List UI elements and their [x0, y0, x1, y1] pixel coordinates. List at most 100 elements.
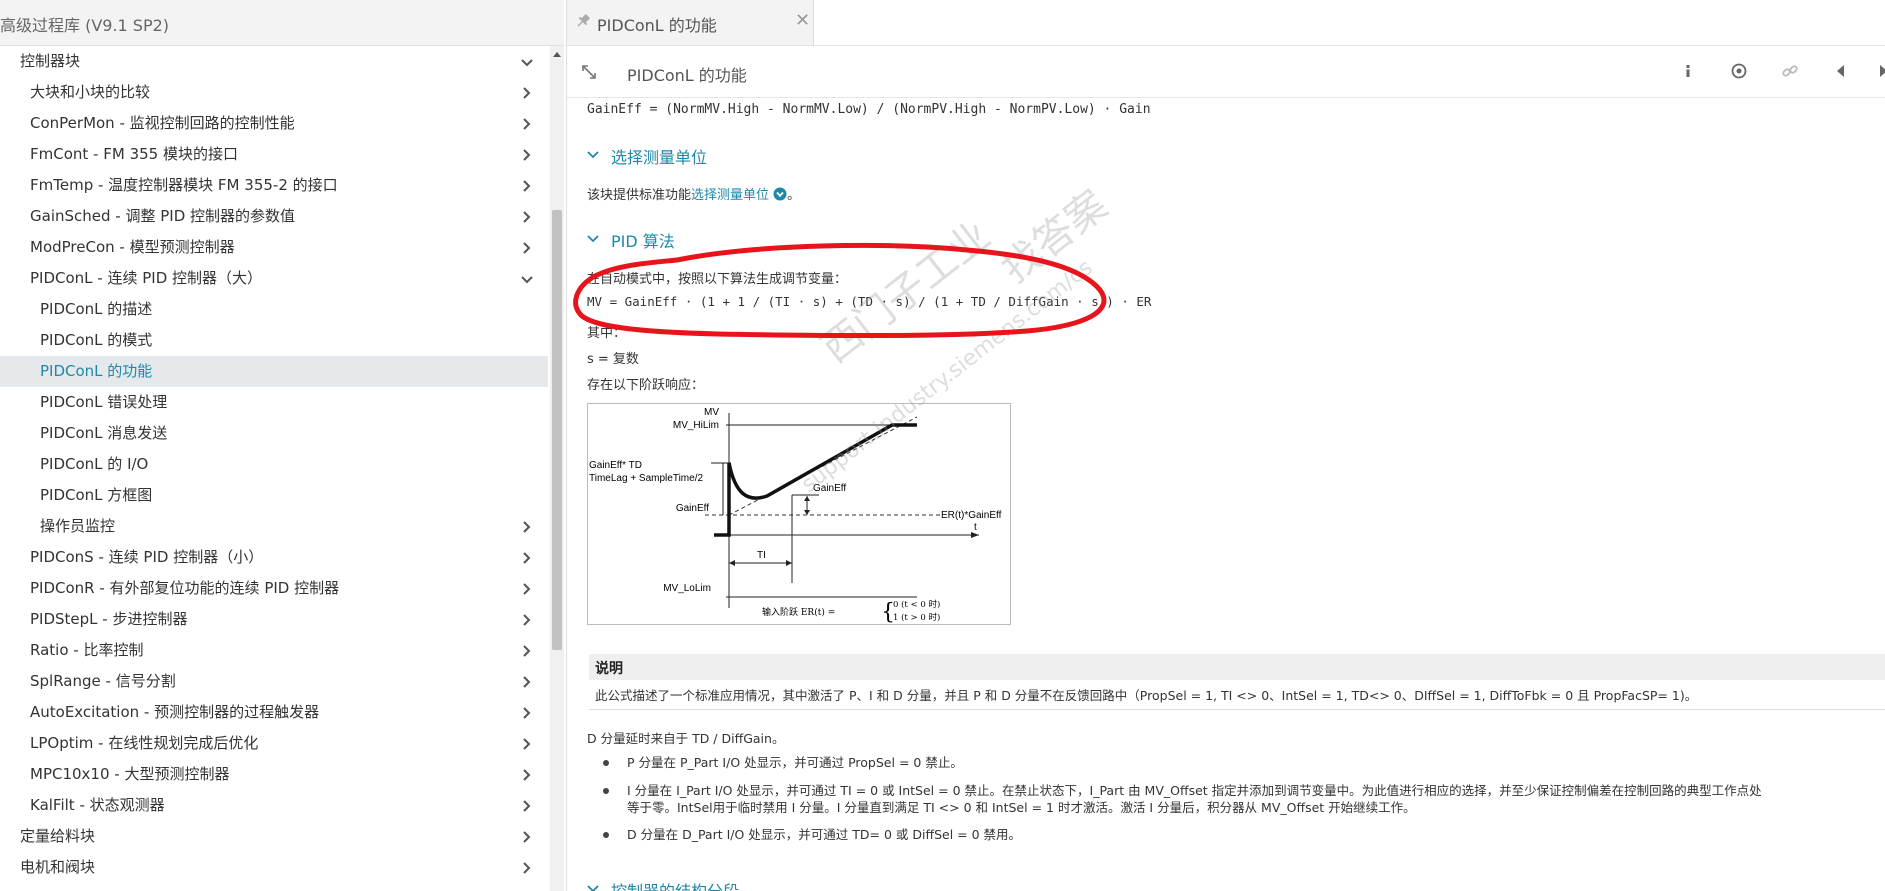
tree-item[interactable]: AutoExcitation - 预测控制器的过程触发器 [0, 697, 548, 728]
note-text: 此公式描述了一个标准应用情况，其中激活了 P、I 和 D 分量，并且 P 和 D… [595, 688, 1698, 703]
tree-item[interactable]: SplRange - 信号分割 [0, 666, 548, 697]
tree-item-label: 电机和阀块 [20, 858, 96, 876]
tree-item[interactable]: PIDStepL - 步进控制器 [0, 604, 548, 635]
tree-item[interactable]: 大块和小块的比较 [0, 77, 548, 108]
download-circle-icon[interactable] [773, 187, 787, 201]
forward-icon[interactable] [1875, 62, 1885, 80]
section-controller-structure[interactable]: 控制器的结构分段 [587, 878, 887, 891]
tree-item[interactable]: 电机和阀块 [0, 852, 548, 883]
expand-icon[interactable] [581, 64, 597, 80]
tree-item[interactable]: PIDConR - 有外部复位功能的连续 PID 控制器 [0, 573, 548, 604]
chevron-right-icon[interactable] [520, 201, 534, 232]
paragraph-text: 该块提供标准功能 [587, 188, 692, 203]
tree-item[interactable]: PIDConL 的描述 [0, 294, 548, 325]
tab-pidconl-function[interactable]: PIDConL 的功能 ✕ [567, 0, 814, 45]
tree-item[interactable]: PIDConL - 连续 PID 控制器（大） [0, 263, 548, 294]
gain-formula: GainEff = (NormMV.High - NormMV.Low) / (… [587, 102, 1151, 117]
navigation-pane: 高级过程库 (V9.1 SP2) 控制器块大块和小块的比较 ConPerMon -… [0, 0, 564, 891]
step-response-text: 存在以下阶跃响应： [587, 378, 705, 393]
tree-item-label: PIDConL 消息发送 [40, 424, 168, 442]
chevron-right-icon[interactable] [520, 821, 534, 852]
bullet-p-part: P 分量在 P_Part I/O 处显示，并可通过 PropSel = 0 禁止… [627, 755, 963, 770]
chevron-right-icon[interactable] [520, 542, 534, 573]
tree-item[interactable]: PIDConS - 连续 PID 控制器（小） [0, 542, 548, 573]
label-mv: MV [704, 407, 719, 418]
tree-item[interactable]: 定量给料块 [0, 821, 548, 852]
section-measurement-units[interactable]: 选择测量单位 [587, 144, 887, 167]
topic-tree: 控制器块大块和小块的比较 ConPerMon - 监视控制回路的控制性能 FmCon… [0, 46, 548, 891]
chevron-right-icon[interactable] [520, 697, 534, 728]
close-icon[interactable]: ✕ [795, 10, 810, 31]
target-icon[interactable] [1730, 62, 1748, 80]
label-timelag: TimeLag + SampleTime/2 [589, 473, 703, 484]
tree-item-label: PIDConL 的描述 [40, 300, 153, 318]
tree-item-label: PIDConL - 连续 PID 控制器（大） [30, 269, 263, 287]
note-title: 说明 [595, 661, 623, 677]
s-definition: s = 复数 [587, 352, 639, 367]
tree-item-label: PIDConL 错误处理 [40, 393, 168, 411]
chevron-down-icon[interactable] [520, 46, 534, 77]
tree-item[interactable]: 控制器块 [0, 46, 548, 77]
tree-item[interactable]: PIDConL 方框图 [0, 480, 548, 511]
chevron-right-icon[interactable] [520, 108, 534, 139]
tree-item-label: PIDConL 的功能 [40, 362, 153, 380]
chevron-right-icon[interactable] [520, 573, 534, 604]
link-icon[interactable] [1781, 62, 1799, 80]
info-icon[interactable] [1679, 62, 1697, 80]
label-case1: 0 (t < 0 时) [893, 599, 940, 610]
tree-item[interactable]: KalFilt - 状态观测器 [0, 790, 548, 821]
tree-item[interactable]: PIDConL 的功能 [0, 356, 548, 387]
chevron-right-icon[interactable] [520, 728, 534, 759]
tree-item-label: 控制器块 [20, 52, 81, 70]
tree-scrollbar[interactable] [550, 46, 564, 891]
chevron-right-icon[interactable] [520, 666, 534, 697]
tree-item-label: 操作员监控 [40, 517, 116, 535]
tree-item[interactable]: PIDConL 的 I/O [0, 449, 548, 480]
chevron-right-icon[interactable] [520, 852, 534, 883]
tree-item-label: SplRange - 信号分割 [30, 672, 176, 690]
chevron-right-icon[interactable] [520, 170, 534, 201]
tree-item[interactable]: 操作员监控 [0, 511, 548, 542]
scroll-up-arrow-icon[interactable] [553, 52, 561, 57]
tree-item-label: PIDConR - 有外部复位功能的连续 PID 控制器 [30, 579, 340, 597]
topic-toolbar: PIDConL 的功能 [567, 46, 1885, 98]
tree-item[interactable]: GainSched - 调整 PID 控制器的参数值 [0, 201, 548, 232]
tree-item-label: 大块和小块的比较 [30, 83, 151, 101]
chevron-right-icon[interactable] [520, 604, 534, 635]
chevron-down-icon[interactable] [520, 263, 534, 294]
chevron-right-icon[interactable] [520, 511, 534, 542]
label-gaineff-td: GainEff* TD [589, 460, 642, 471]
tree-item[interactable]: PIDConL 错误处理 [0, 387, 548, 418]
tree-item[interactable]: MPC10x10 - 大型预测控制器 [0, 759, 548, 790]
chevron-down-icon [587, 885, 599, 891]
topic-content: GainEff = (NormMV.High - NormMV.Low) / (… [567, 98, 1885, 891]
pin-icon[interactable] [575, 13, 591, 29]
tree-item[interactable]: PIDConL 消息发送 [0, 418, 548, 449]
tab-bar: PIDConL 的功能 ✕ [567, 0, 1885, 46]
tree-item[interactable]: ModPreCon - 模型预测控制器 [0, 232, 548, 263]
measurement-units-text: 该块提供标准功能选择测量单位 。 [587, 184, 800, 203]
chevron-right-icon[interactable] [520, 790, 534, 821]
tree-item[interactable]: PIDConL 的模式 [0, 325, 548, 356]
chevron-right-icon[interactable] [520, 635, 534, 666]
back-icon[interactable] [1832, 62, 1850, 80]
label-gaineff-left: GainEff [676, 503, 709, 514]
tree-item[interactable]: LPOptim - 在线性规划完成后优化 [0, 728, 548, 759]
scroll-thumb[interactable] [552, 210, 562, 650]
chevron-right-icon[interactable] [520, 139, 534, 170]
tree-item[interactable]: ConPerMon - 监视控制回路的控制性能 [0, 108, 548, 139]
tree-item-label: GainSched - 调整 PID 控制器的参数值 [30, 207, 296, 225]
measurement-units-link[interactable]: 选择测量单位 [691, 188, 769, 203]
chevron-right-icon[interactable] [520, 77, 534, 108]
bullet-d-part: D 分量在 D_Part I/O 处显示，并可通过 TD= 0 或 DiffSe… [627, 827, 1022, 842]
tree-item[interactable]: Ratio - 比率控制 [0, 635, 548, 666]
tree-item[interactable]: FmCont - FM 355 模块的接口 [0, 139, 548, 170]
tree-item[interactable]: FmTemp - 温度控制器模块 FM 355-2 的接口 [0, 170, 548, 201]
tree-item-label: PIDConS - 连续 PID 控制器（小） [30, 548, 264, 566]
library-title: 高级过程库 (V9.1 SP2) [0, 16, 170, 35]
tree-item-label: LPOptim - 在线性规划完成后优化 [30, 734, 259, 752]
chevron-right-icon[interactable] [520, 759, 534, 790]
d-delay-text: D 分量延时来自于 TD / DiffGain。 [587, 731, 785, 746]
chevron-right-icon[interactable] [520, 232, 534, 263]
tab-title: PIDConL 的功能 [597, 16, 717, 35]
